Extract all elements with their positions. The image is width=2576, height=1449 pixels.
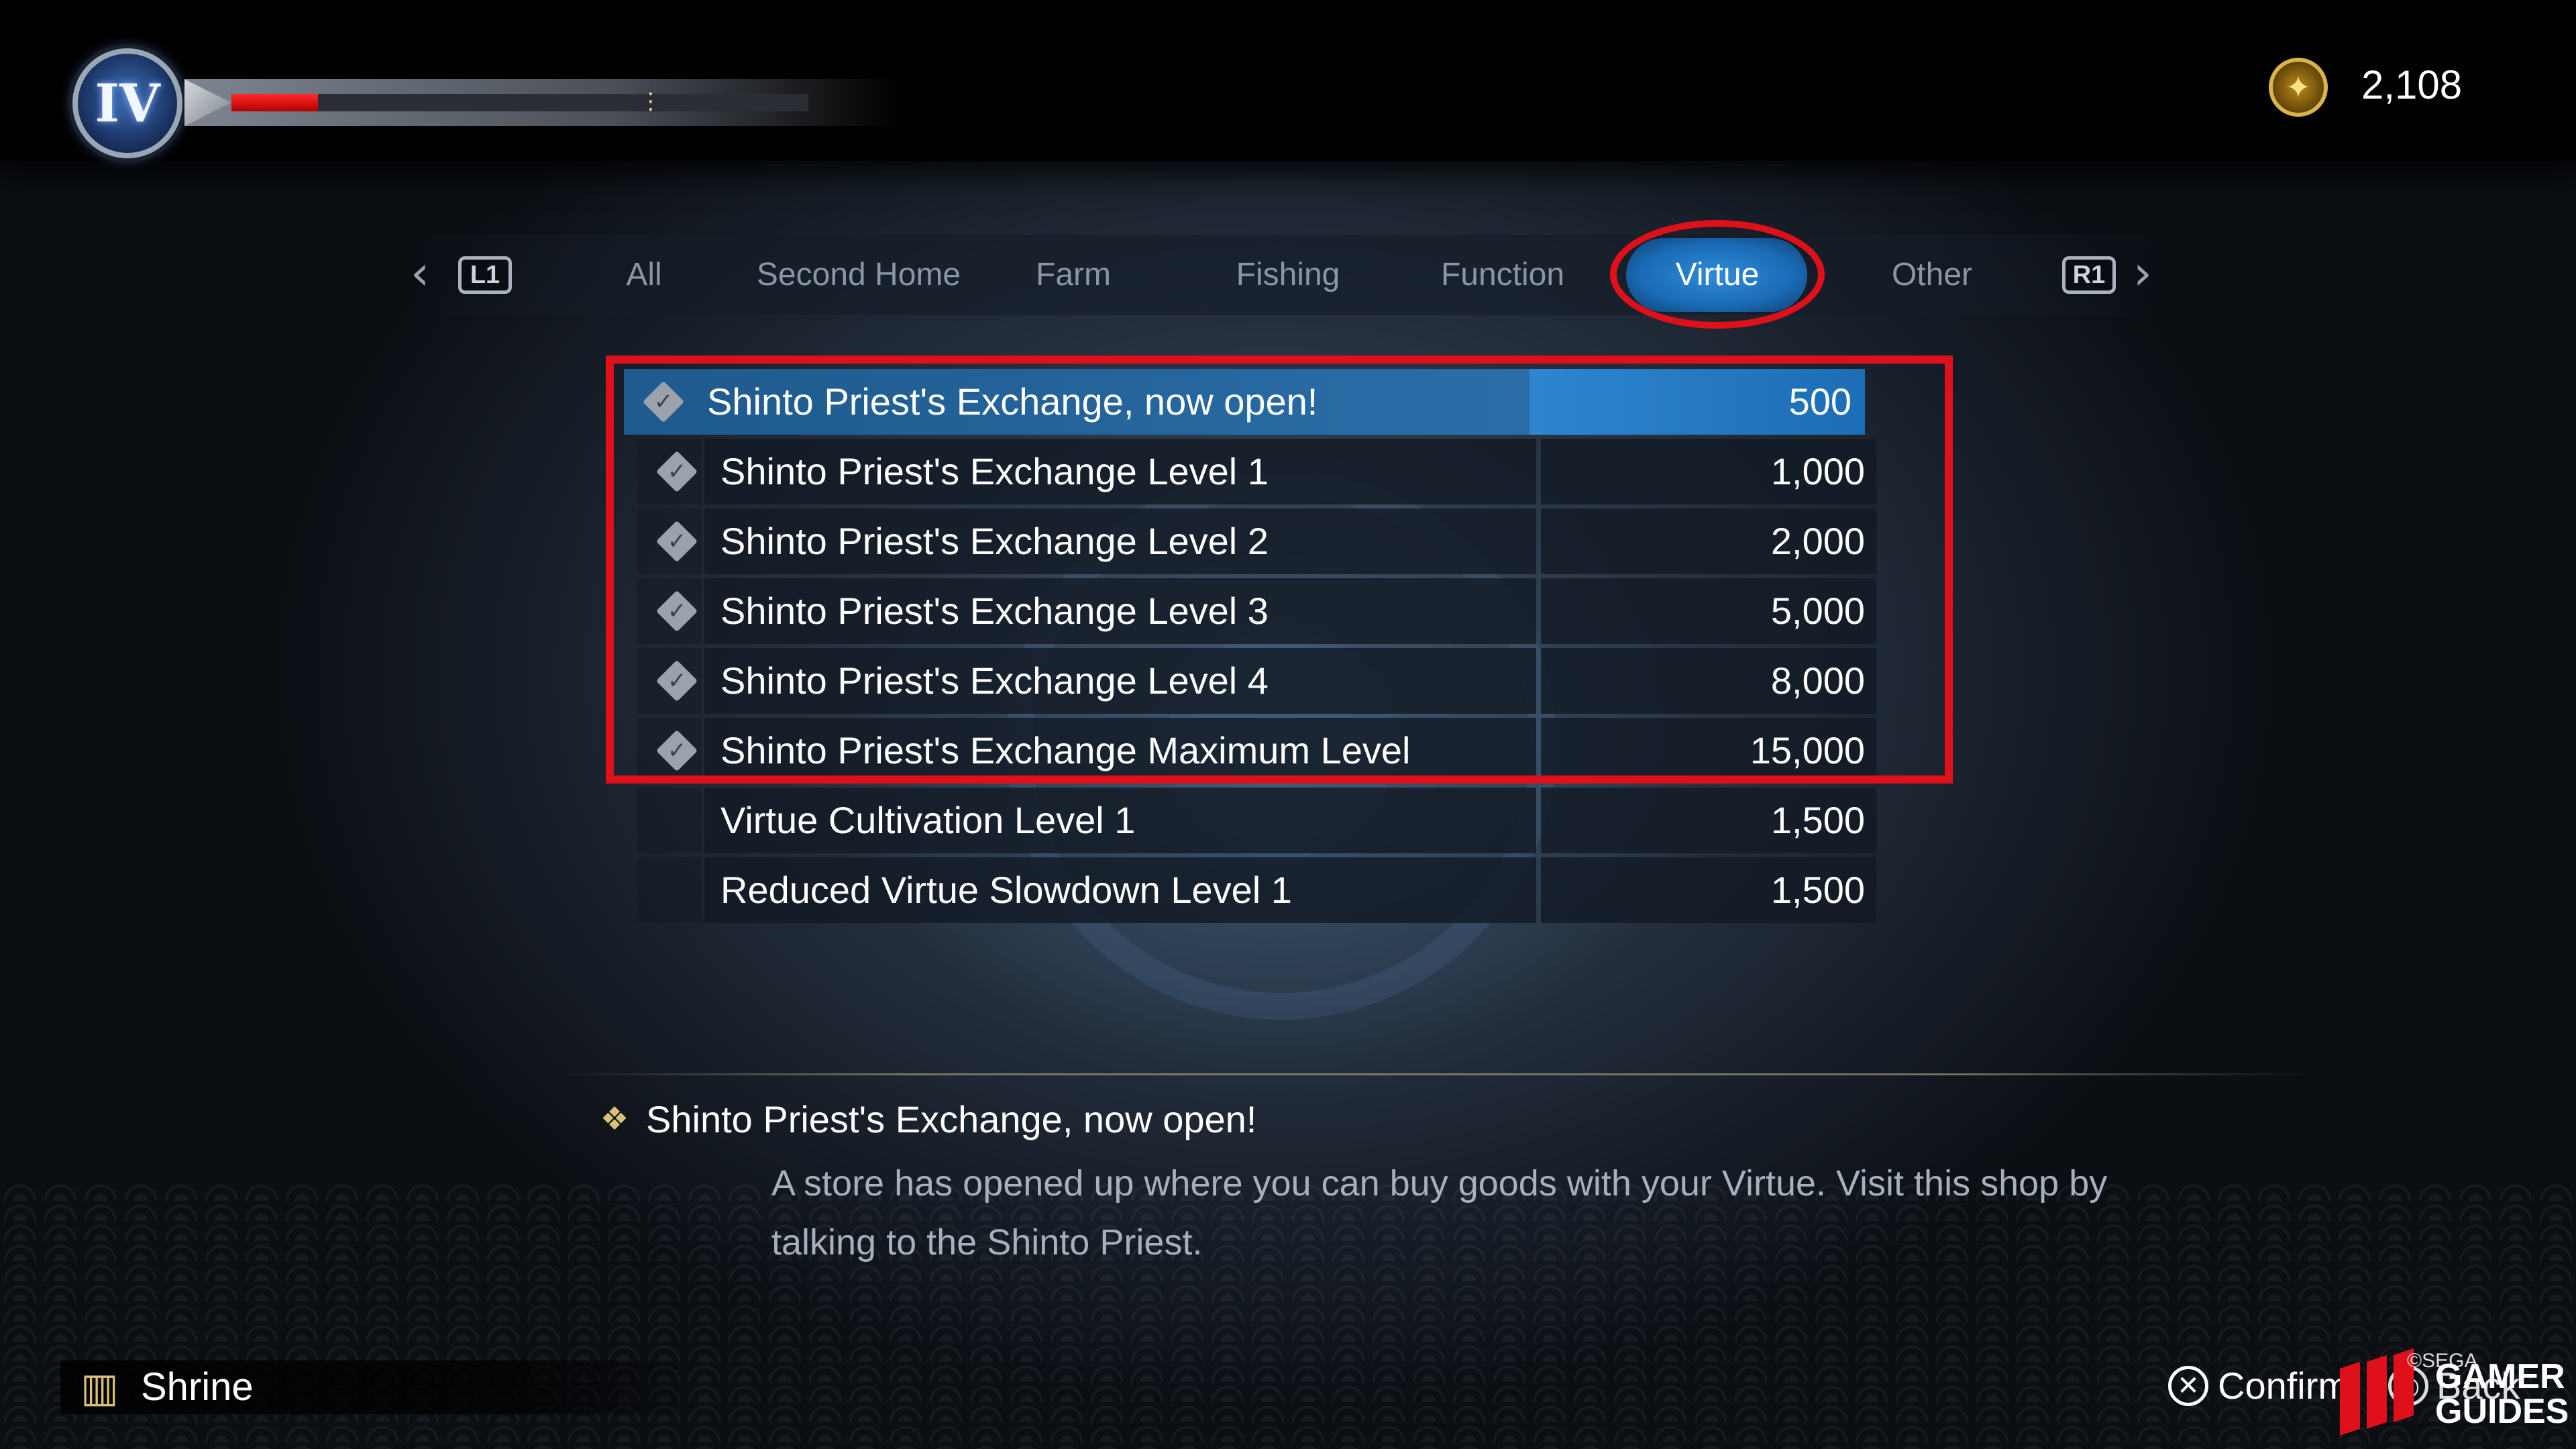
health-bar-fill: [231, 94, 318, 111]
description-body: A store has opened up where you can buy …: [771, 1154, 2247, 1272]
watermark-brand-line-1: GAMER: [2435, 1357, 2565, 1396]
location-label: Shrine: [141, 1365, 254, 1409]
tab-function[interactable]: Function: [1415, 251, 1590, 299]
list-item[interactable]: Reduced Virtue Slowdown Level 1 1,500: [637, 857, 1912, 923]
watermark-brand: GAMER GUIDES: [2435, 1359, 2569, 1429]
shrine-icon: ▥: [80, 1364, 119, 1411]
rank-badge: IV: [72, 48, 182, 158]
watermark-brand-line-2: GUIDES: [2435, 1392, 2569, 1431]
currency-value: 2,108: [2361, 62, 2463, 107]
tab-other[interactable]: Other: [1851, 251, 2012, 299]
item-cost: 1,500: [1770, 799, 1865, 841]
r1-button-prompt[interactable]: R1: [2062, 256, 2116, 294]
annotation-highlight-box: [606, 356, 1953, 784]
virtue-coin-icon: ✦: [2269, 58, 2328, 117]
item-cost: 1,500: [1770, 869, 1865, 911]
tab-second-home[interactable]: Second Home: [738, 251, 979, 299]
item-label: Virtue Cultivation Level 1: [720, 799, 1136, 841]
description-line-1: A store has opened up where you can buy …: [771, 1163, 2108, 1203]
description-emblem-icon: ❖: [600, 1100, 629, 1138]
tab-fishing[interactable]: Fishing: [1208, 251, 1368, 299]
health-bar: [231, 94, 808, 111]
health-bar-marker-icon: ⋮: [639, 86, 662, 117]
tab-farm[interactable]: Farm: [1006, 251, 1140, 299]
row-lead: [637, 788, 702, 853]
confirm-label[interactable]: Confirm: [2218, 1362, 2349, 1410]
tab-right-arrow-icon[interactable]: ›: [2133, 250, 2160, 297]
description-title: Shinto Priest's Exchange, now open!: [646, 1098, 1257, 1140]
tab-all[interactable]: All: [597, 251, 691, 299]
rank-numeral: IV: [95, 72, 160, 134]
row-lead: [637, 857, 702, 923]
description-line-2: talking to the Shinto Priest.: [771, 1222, 1203, 1263]
item-label: Reduced Virtue Slowdown Level 1: [720, 869, 1292, 911]
cross-button-icon[interactable]: ✕: [2168, 1366, 2208, 1406]
list-item[interactable]: Virtue Cultivation Level 1 1,500: [637, 788, 1912, 853]
l1-button-prompt[interactable]: L1: [458, 256, 512, 294]
tab-virtue[interactable]: Virtue: [1630, 251, 1805, 299]
description-divider: [564, 1073, 2308, 1075]
tab-left-arrow-icon[interactable]: ‹: [411, 250, 437, 297]
